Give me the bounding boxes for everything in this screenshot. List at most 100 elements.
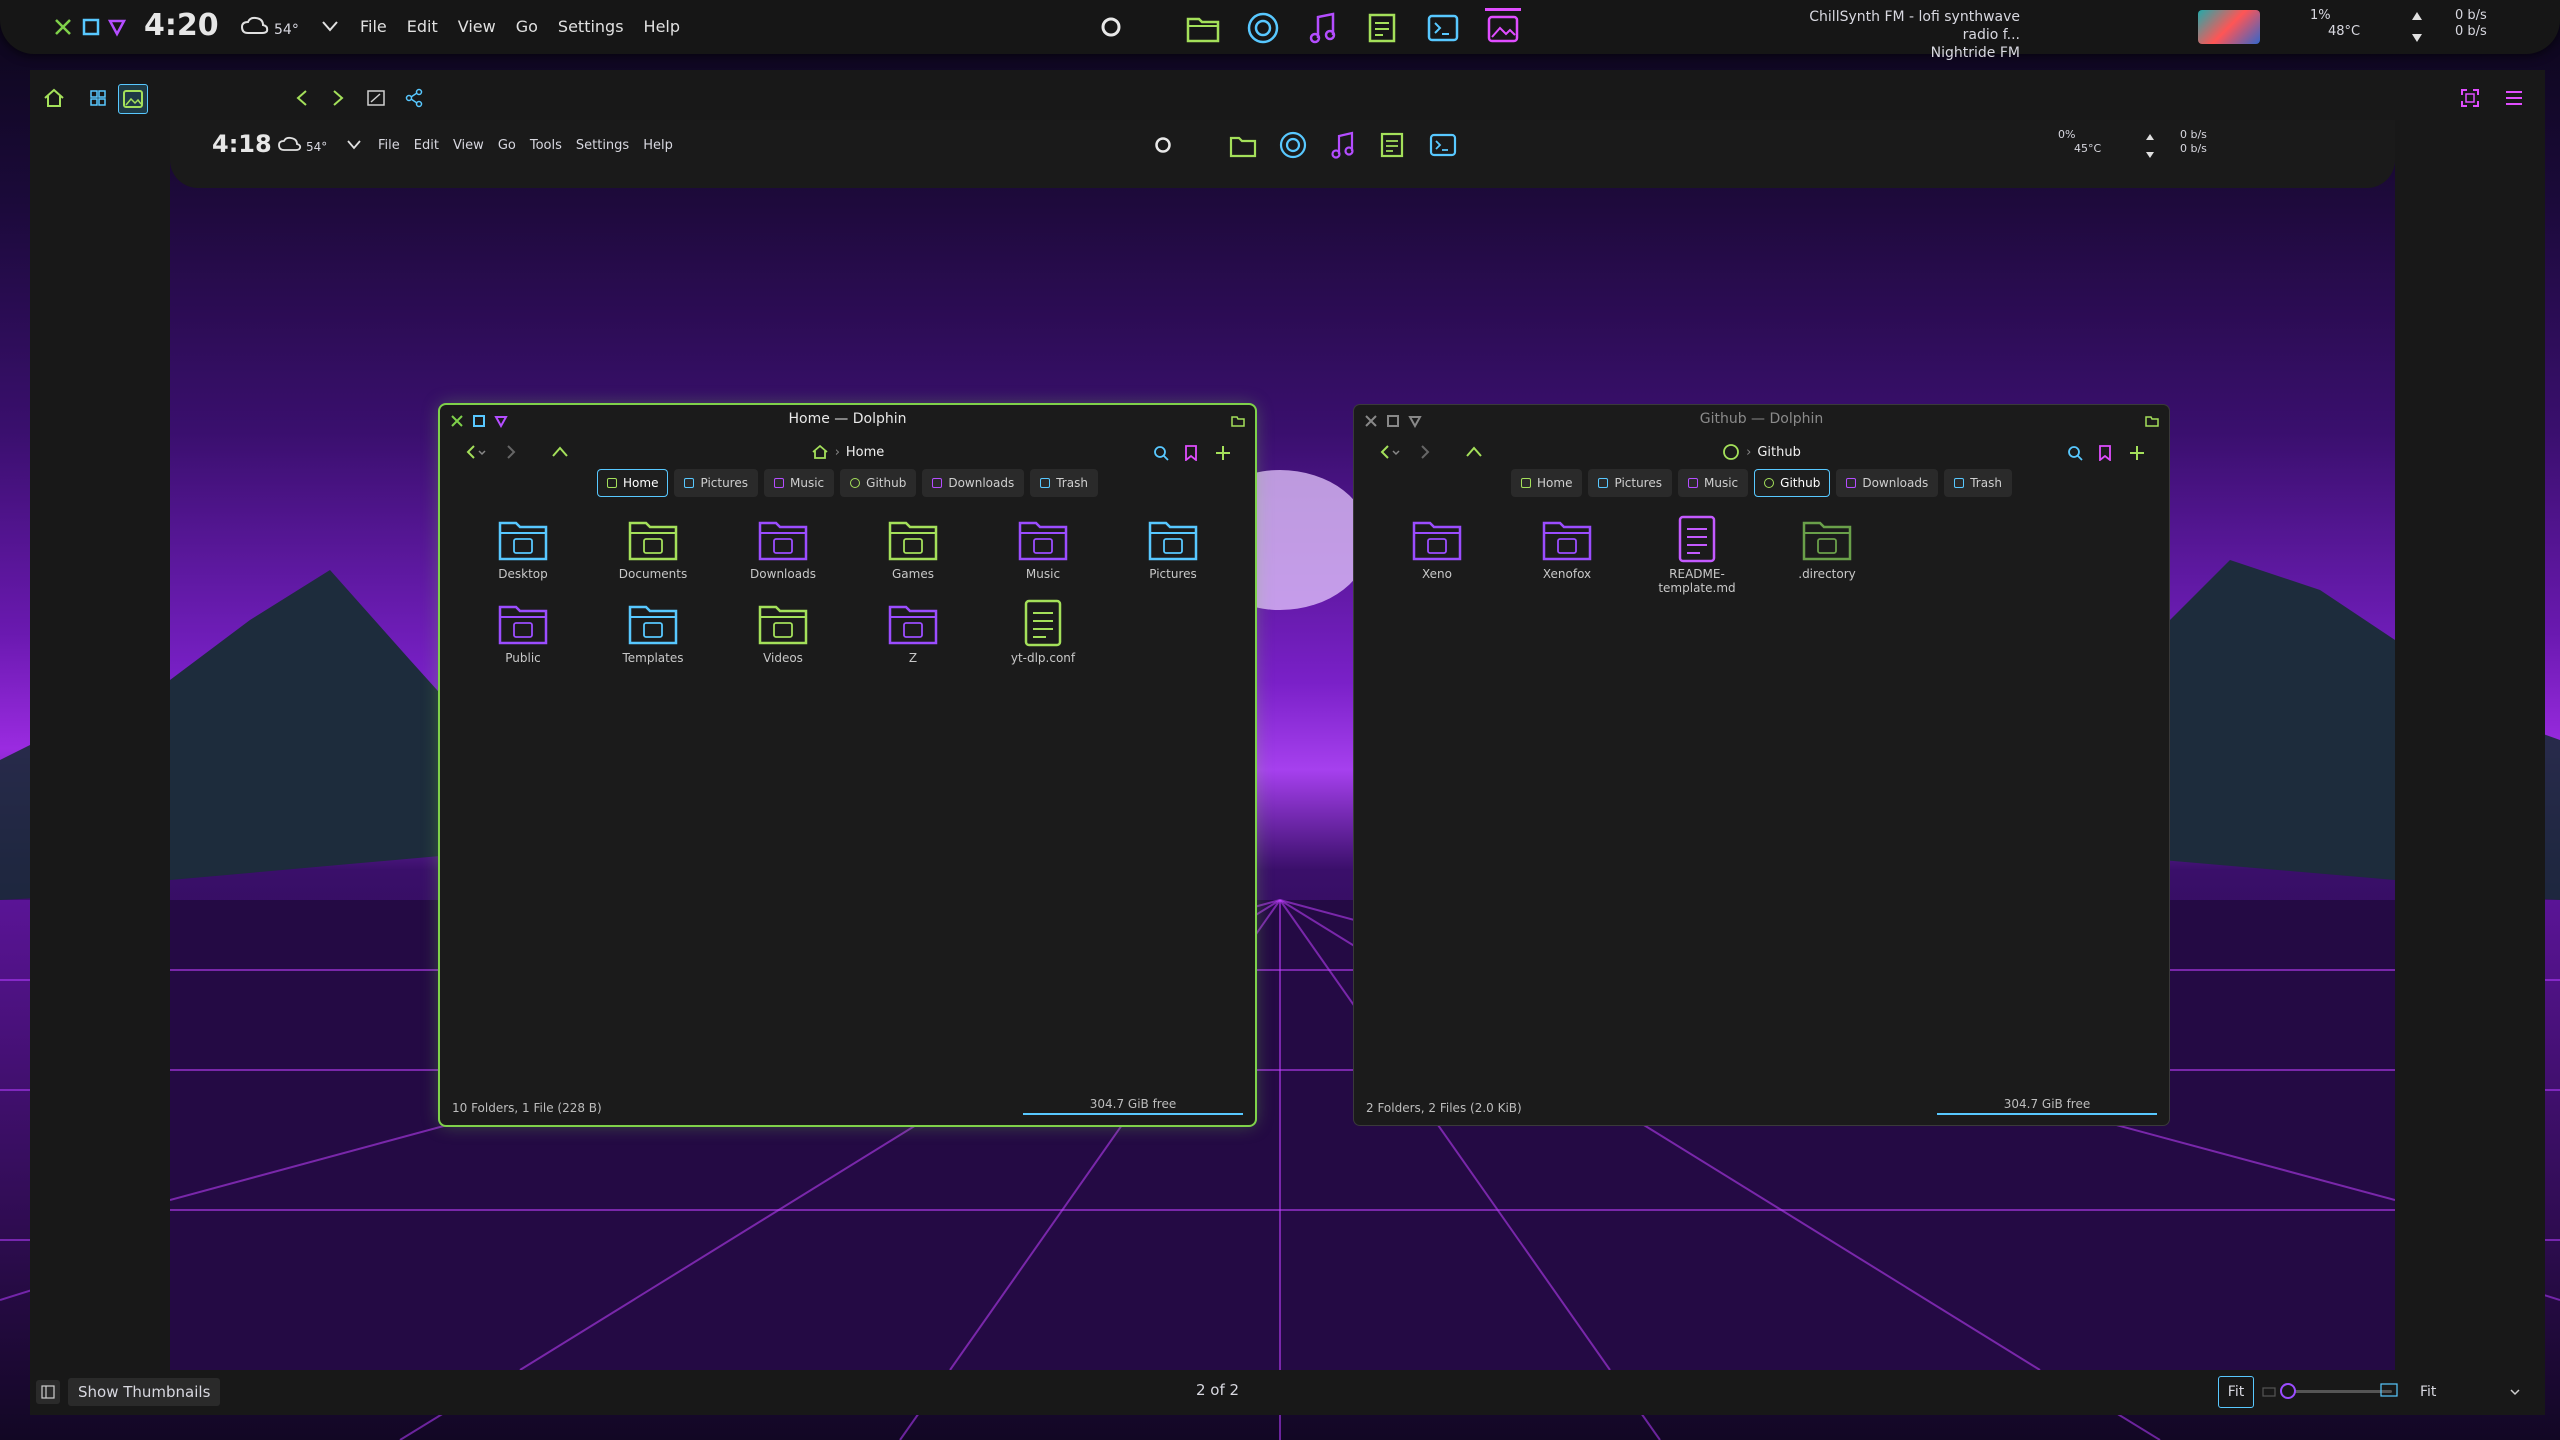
breadcrumb-current: Home — [845, 444, 885, 460]
inner-terminal-app-icon — [1429, 133, 1457, 157]
zoom-out-icon[interactable] — [2262, 1384, 2276, 1403]
tab-label: Github — [866, 476, 907, 490]
net-down: 0 b/s — [2455, 24, 2487, 39]
menu-settings[interactable]: Settings — [558, 17, 624, 36]
menu-help[interactable]: Help — [644, 17, 680, 36]
inner-menu-tools: Tools — [529, 138, 562, 153]
music-app-icon[interactable] — [1305, 8, 1341, 47]
folder-icon — [498, 605, 548, 645]
file-name: Videos — [763, 651, 803, 665]
fit-button[interactable]: Fit — [2218, 1376, 2254, 1408]
image-icon — [123, 90, 143, 108]
home-icon — [607, 478, 618, 488]
clock[interactable]: 4:20 — [144, 8, 219, 43]
file-item: Downloads — [728, 515, 838, 581]
inner-music-app-icon — [1331, 131, 1354, 159]
tab-pictures: Pictures — [674, 469, 758, 497]
status-bar-text: 10 Folders, 1 File (228 B) — [452, 1101, 602, 1115]
zoom-mode-select[interactable]: Fit — [2420, 1378, 2520, 1406]
file-item: Documents — [598, 515, 708, 581]
circle-icon[interactable] — [1100, 16, 1122, 42]
file-name: Z — [908, 651, 918, 665]
folder-icon — [1018, 521, 1068, 561]
share-button[interactable] — [402, 86, 426, 110]
terminal-app-icon[interactable] — [1425, 8, 1461, 47]
tab-home: Home — [597, 469, 669, 497]
inner-folder-app-icon — [1229, 136, 1257, 158]
menu-edit[interactable]: Edit — [407, 17, 438, 36]
close-icon[interactable] — [52, 16, 74, 38]
inner-cpu-temp: 45°C — [2074, 142, 2102, 155]
network-arrows-icon — [2410, 10, 2424, 48]
file-item: README-template.md — [1642, 515, 1752, 595]
browser-app-icon[interactable] — [1245, 8, 1281, 47]
breadcrumb-current: Github — [1757, 444, 1801, 460]
sidebar-toggle-icon — [36, 1380, 60, 1404]
editor-app-icon[interactable] — [1365, 8, 1401, 47]
tab-label: Music — [790, 476, 825, 490]
network-widget[interactable]: 0 b/s 0 b/s — [2455, 8, 2487, 40]
folder-icon — [1802, 521, 1852, 561]
album-art[interactable] — [2198, 10, 2260, 44]
show-thumbnails-button[interactable]: Show Thumbnails — [36, 1378, 221, 1406]
dolphin-window-github: Github — Dolphin › Github Home Pictures … — [1354, 405, 2169, 1125]
minimize-icon[interactable] — [106, 16, 128, 38]
window-title: Github — Dolphin — [1699, 411, 1824, 427]
fullscreen-button[interactable] — [2456, 84, 2484, 112]
music-icon — [1688, 478, 1698, 488]
tab-label: Downloads — [1862, 476, 1929, 490]
folder-app-icon[interactable] — [1185, 8, 1221, 47]
trash-icon — [1954, 478, 1965, 488]
image-display-area[interactable]: 4:18 54° File Edit View Go Tools Setting… — [170, 120, 2395, 1370]
music-icon — [774, 478, 784, 488]
fullscreen-icon — [2461, 89, 2479, 107]
cpu-percent: 1% — [2310, 8, 2331, 23]
folder-icon — [758, 521, 808, 561]
home-button[interactable] — [40, 84, 68, 112]
zoom-slider-handle[interactable] — [2280, 1383, 2296, 1399]
inner-net-down: 0 b/s — [2180, 142, 2207, 155]
inner-menu-settings: Settings — [575, 138, 630, 153]
tab-home: Home — [1511, 469, 1583, 497]
file-name: Desktop — [498, 567, 548, 581]
inner-browser-app-icon — [1279, 131, 1307, 159]
zoom-in-icon[interactable] — [2380, 1382, 2398, 1402]
tab-label: Downloads — [948, 476, 1015, 490]
menu-view[interactable]: View — [458, 17, 496, 36]
breadcrumb-separator: › — [834, 444, 840, 460]
hamburger-menu-button[interactable] — [2500, 84, 2528, 112]
task-manager — [1185, 8, 1521, 47]
inner-menu-edit: Edit — [413, 138, 439, 153]
home-icon — [1521, 478, 1532, 488]
folder-icon — [628, 605, 678, 645]
cpu-widget[interactable]: 1% 48°C — [2310, 8, 2360, 40]
weather-widget[interactable]: 54° — [240, 14, 299, 38]
image-view-button[interactable] — [118, 84, 148, 114]
maximize-icon[interactable] — [80, 16, 102, 38]
menu-file[interactable]: File — [360, 17, 387, 36]
inner-cpu-percent: 0% — [2058, 128, 2076, 141]
folder-icon — [1542, 521, 1592, 561]
previous-button[interactable] — [290, 86, 314, 110]
file-item: Pictures — [1118, 515, 1228, 581]
menu-go[interactable]: Go — [516, 17, 538, 36]
media-player-widget[interactable]: ChillSynth FM - lofi synthwave radio f..… — [1780, 8, 2020, 62]
file-name: Documents — [618, 567, 688, 581]
free-space-indicator: 304.7 GiB free — [1023, 1097, 1243, 1115]
pictures-icon — [684, 478, 695, 488]
viewer-toolbar — [30, 70, 2545, 126]
file-item: Templates — [598, 599, 708, 665]
next-button[interactable] — [326, 86, 350, 110]
zoom-slider[interactable] — [2280, 1383, 2392, 1399]
file-name: README-template.md — [1658, 567, 1736, 595]
chevron-down-icon[interactable] — [320, 16, 340, 40]
tab-trash: Trash — [1030, 469, 1098, 497]
image-viewer-app-icon[interactable] — [1485, 8, 1521, 47]
open-with-button[interactable] — [364, 86, 388, 110]
file-item: .directory — [1772, 515, 1882, 581]
folder-icon — [498, 521, 548, 561]
trash-icon — [1040, 478, 1051, 488]
folder-icon — [758, 605, 808, 645]
edit-image-icon — [367, 90, 385, 106]
thumbnail-view-button[interactable] — [84, 84, 112, 112]
